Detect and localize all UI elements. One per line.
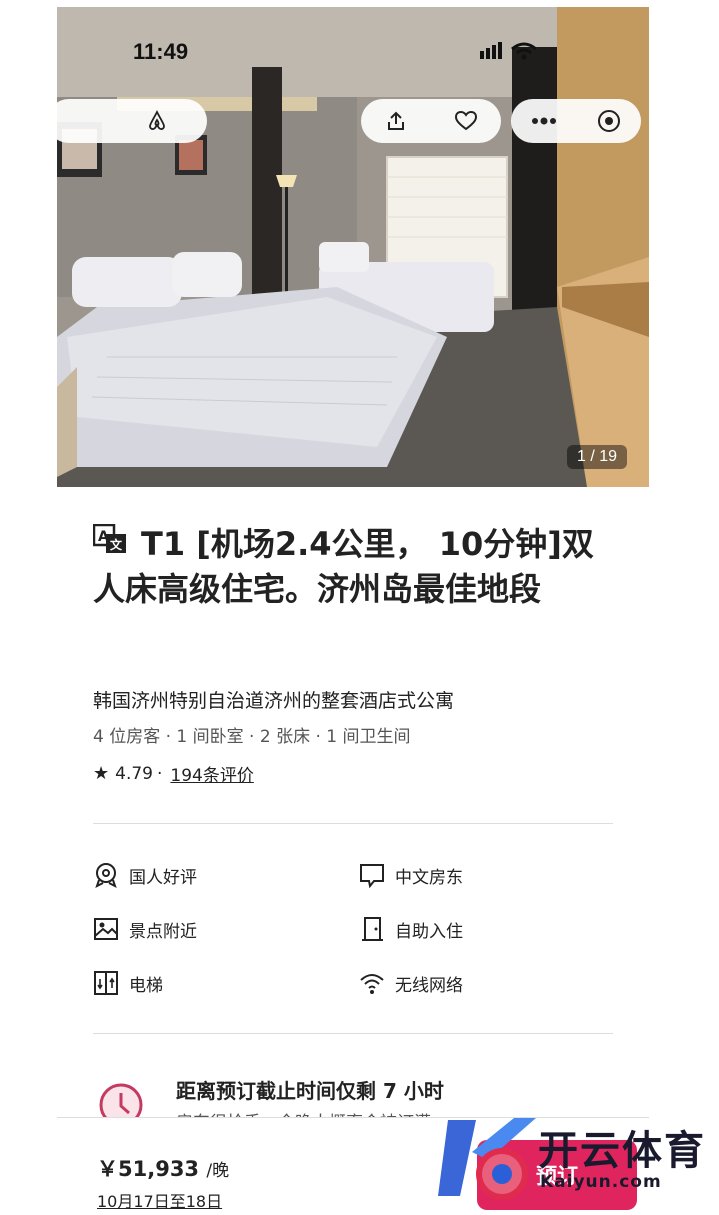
rating-separator: ·: [157, 763, 163, 784]
amenity-label: 电梯: [129, 975, 163, 996]
svg-text:文: 文: [110, 537, 123, 552]
notice-title: 距离预订截止时间仅剩 7 小时: [176, 1079, 444, 1103]
reviews-link[interactable]: 194条评价: [170, 761, 253, 786]
home-pill[interactable]: [57, 99, 207, 143]
translate-icon[interactable]: A 文: [92, 521, 127, 566]
amenity-item: 景点附近: [93, 916, 197, 942]
signal-wifi-icons: [480, 42, 537, 60]
listing-photo[interactable]: 11:49 1 / 19: [57, 7, 649, 487]
rating-row: ★ 4.79 · 194条评价: [93, 761, 254, 786]
amenity-item: 国人好评: [93, 862, 197, 888]
more-dots-icon[interactable]: [522, 99, 566, 143]
watermark-name-en: Kaiyun.com: [540, 1172, 662, 1192]
amenity-item: 自助入住: [359, 916, 463, 942]
listing-subtitle: 韩国济州特别自治道济州的整套酒店式公寓: [93, 690, 455, 712]
divider: [93, 823, 613, 824]
elevator-icon: [93, 970, 119, 996]
listing-title-text: T1 [机场2.4公里， 10分钟]双人床高级住宅。济州岛最佳地段: [93, 525, 594, 608]
watermark: 开云体育 Kaiyun.com: [436, 1112, 719, 1204]
wifi-icon: [359, 970, 385, 996]
amenity-item: 电梯: [93, 970, 163, 996]
amenity-item: 无线网络: [359, 970, 463, 996]
rating-value: 4.79: [115, 763, 153, 784]
price-unit: /晚: [206, 1161, 230, 1181]
action-pill: [361, 99, 501, 143]
airbnb-logo-icon[interactable]: [135, 99, 179, 143]
heart-icon[interactable]: [444, 99, 488, 143]
status-time: 11:49: [133, 39, 189, 64]
door-icon: [359, 916, 385, 942]
watermark-name-cn: 开云体育: [538, 1128, 706, 1174]
listing-title: A 文 T1 [机场2.4公里， 10分钟]双人床高级住宅。济州岛最佳地段: [92, 521, 618, 612]
landscape-image-icon: [93, 916, 119, 942]
price: ￥51,933 /晚: [97, 1153, 229, 1183]
amenity-label: 自助入住: [395, 921, 463, 942]
amenity-label: 中文房东: [395, 867, 463, 888]
amenity-label: 景点附近: [129, 921, 197, 942]
globe-badge-icon: [93, 862, 119, 888]
bedroom-photo-illustration: [57, 7, 649, 487]
date-range-link[interactable]: 10月17日至18日: [97, 1188, 222, 1212]
miniprogram-capsule: [511, 99, 641, 143]
status-bar: 11:49: [57, 7, 649, 67]
share-icon[interactable]: [374, 99, 418, 143]
amenity-item: 中文房东: [359, 862, 463, 888]
divider: [93, 1033, 613, 1034]
chat-bubble-icon: [359, 862, 385, 888]
amenity-label: 无线网络: [395, 975, 463, 996]
amenity-label: 国人好评: [129, 867, 197, 888]
star-icon: ★: [93, 763, 110, 784]
listing-details: 4 位房客 · 1 间卧室 · 2 张床 · 1 间卫生间: [93, 727, 411, 747]
price-amount: ￥51,933: [97, 1157, 200, 1181]
photo-counter: 1 / 19: [566, 445, 627, 469]
close-target-icon[interactable]: [587, 99, 631, 143]
watermark-logo-icon: [438, 1118, 536, 1200]
